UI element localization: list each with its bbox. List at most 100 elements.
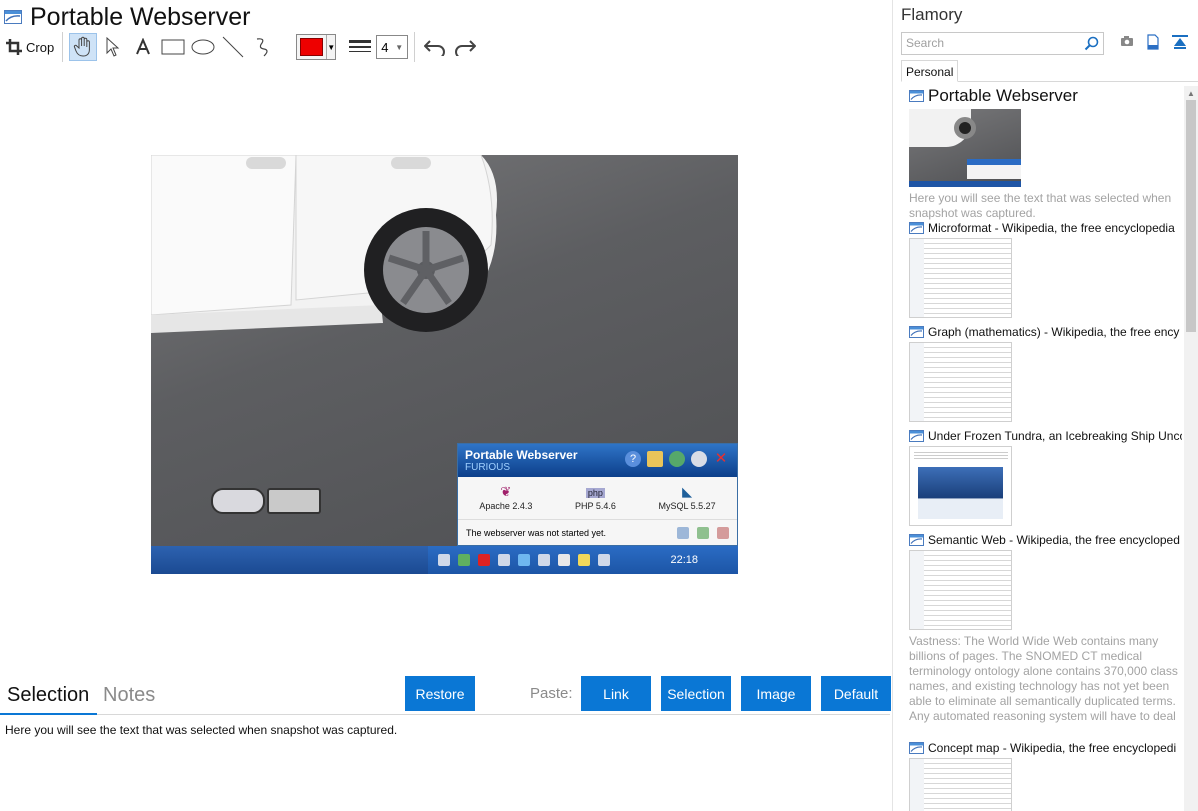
document-icon[interactable] — [1146, 34, 1160, 50]
search-input[interactable]: Search — [901, 32, 1104, 55]
select-tool-button[interactable] — [99, 33, 127, 61]
pw-title: Portable Webserver — [465, 448, 578, 462]
item-title-text: Concept map - Wikipedia, the free encycl… — [928, 741, 1177, 755]
restore-button[interactable]: Restore — [405, 676, 475, 711]
app-window: Portable Webserver Crop ▼ 4 ▼ Portable W… — [0, 0, 1198, 811]
apache-service: ❦ Apache 2.4.3 — [479, 483, 532, 519]
line-icon — [222, 36, 244, 58]
freehand-tool-button[interactable] — [249, 33, 277, 61]
paste-default-button[interactable]: Default — [821, 676, 891, 711]
annotation-toolbar: Crop ▼ 4 ▼ — [6, 32, 481, 62]
list-item[interactable]: Semantic Web - Wikipedia, the free encyc… — [909, 533, 1182, 741]
toolbar-divider — [62, 32, 64, 62]
cursor-arrow-icon — [106, 37, 120, 57]
pw-status-text: The webserver was not started yet. — [466, 527, 607, 538]
redo-icon — [455, 40, 477, 56]
pw-services: ❦ Apache 2.4.3 php PHP 5.4.6 ◣ MySQL 5.5… — [458, 477, 737, 519]
crop-icon — [6, 39, 22, 55]
search-icon[interactable] — [1084, 36, 1099, 51]
clock: 22:18 — [670, 554, 698, 566]
sidebar-actions — [1120, 34, 1188, 50]
list-item[interactable]: Under Frozen Tundra, an Icebreaking Ship… — [909, 429, 1182, 533]
paste-selection-button[interactable]: Selection — [661, 676, 731, 711]
pw-status-icons — [677, 526, 729, 539]
color-picker[interactable]: ▼ — [296, 34, 337, 60]
flag-icon — [558, 554, 570, 566]
snapshot-image[interactable]: Portable Webserver FURIOUS ? ✕ ❦ Apache … — [151, 155, 738, 574]
car-illustration — [151, 155, 497, 333]
snapshot-thumbnail[interactable] — [909, 109, 1021, 187]
tray-icon — [438, 554, 450, 566]
item-title-text: Microformat - Wikipedia, the free encycl… — [928, 221, 1175, 235]
thumb-taskbar — [909, 181, 1021, 187]
snapshot-header: Portable Webserver — [4, 2, 250, 32]
undo-button[interactable] — [421, 33, 449, 61]
search-placeholder: Search — [906, 36, 945, 50]
selection-text[interactable]: Here you will see the text that was sele… — [5, 723, 397, 737]
paste-link-button[interactable]: Link — [581, 676, 651, 711]
list-item-title: Microformat - Wikipedia, the free encycl… — [909, 221, 1182, 235]
snapshot-title: Portable Webserver — [30, 2, 251, 31]
webpage-icon — [909, 326, 924, 338]
undo-icon — [424, 40, 446, 56]
snapshot-pane: Portable Webserver Crop ▼ 4 ▼ Portable W… — [0, 0, 893, 811]
hand-tool-button[interactable] — [69, 33, 98, 61]
list-item[interactable]: Portable Webserver Here you will see the… — [909, 86, 1182, 220]
snapshot-thumbnail[interactable] — [909, 446, 1012, 526]
php-label: PHP 5.4.6 — [574, 501, 616, 511]
speaker-icon — [498, 554, 510, 566]
windows-taskbar: 22:18 — [151, 546, 738, 574]
snapshot-thumbnail[interactable] — [909, 758, 1012, 811]
camera-icon[interactable] — [1120, 34, 1134, 48]
snapshot-thumbnail[interactable] — [909, 238, 1012, 318]
toolbar-divider — [285, 32, 286, 62]
item-title-text: Graph (mathematics) - Wikipedia, the fre… — [928, 325, 1180, 339]
ellipse-icon — [191, 39, 215, 55]
snapshot-thumbnail[interactable] — [909, 342, 1012, 422]
line-width-select[interactable]: 4 ▼ — [376, 35, 409, 59]
ship-photo — [918, 467, 1003, 519]
line-tool-button[interactable] — [219, 33, 247, 61]
car-thumb-wheel — [954, 117, 976, 139]
ellipse-tool-button[interactable] — [189, 33, 217, 61]
paste-image-button[interactable]: Image — [741, 676, 811, 711]
list-item-title: Under Frozen Tundra, an Icebreaking Ship… — [909, 429, 1182, 443]
snapshot-thumbnail[interactable] — [909, 550, 1012, 630]
text-tool-button[interactable] — [129, 33, 157, 61]
tab-notes[interactable]: Notes — [103, 684, 155, 707]
pw-header: Portable Webserver FURIOUS ? ✕ — [458, 444, 737, 477]
upload-icon[interactable] — [1172, 34, 1188, 50]
list-item[interactable]: Concept map - Wikipedia, the free encycl… — [909, 741, 1182, 811]
pw-subtitle: FURIOUS — [465, 462, 510, 473]
webpage-icon — [4, 10, 22, 24]
hand-icon — [74, 36, 91, 57]
list-item[interactable]: Graph (mathematics) - Wikipedia, the fre… — [909, 325, 1182, 429]
power-icon — [578, 554, 590, 566]
pw-controls: ? ✕ — [625, 451, 729, 467]
thumb-window — [967, 159, 1021, 179]
item-title-text: Semantic Web - Wikipedia, the free encyc… — [928, 533, 1180, 547]
network-icon — [538, 554, 550, 566]
crop-label: Crop — [26, 39, 55, 55]
webpage-icon — [909, 742, 924, 754]
redo-button[interactable] — [451, 33, 479, 61]
folder-icon — [647, 451, 663, 467]
freehand-icon — [257, 38, 268, 57]
thumb-masthead — [914, 450, 1008, 460]
tab-selection[interactable]: Selection — [7, 684, 89, 707]
crop-button[interactable]: Crop — [6, 33, 54, 61]
flamory-sidebar: Flamory Search Personal Portable Webserv… — [894, 0, 1198, 811]
line-width-icon — [346, 33, 374, 61]
scrollbar-thumb[interactable] — [1186, 100, 1196, 332]
list-item-title: Semantic Web - Wikipedia, the free encyc… — [909, 533, 1182, 547]
tab-personal[interactable]: Personal — [901, 60, 959, 82]
server-icon — [677, 526, 689, 539]
scroll-up-icon[interactable]: ▲ — [1187, 89, 1195, 98]
list-item[interactable]: Microformat - Wikipedia, the free encycl… — [909, 221, 1182, 325]
sync-icon — [518, 554, 530, 566]
rectangle-tool-button[interactable] — [159, 33, 187, 61]
server-stop-icon — [717, 526, 729, 539]
sidebar-scrollbar[interactable]: ▲ — [1184, 86, 1198, 811]
tab-divider — [0, 714, 890, 715]
globe-icon — [669, 451, 685, 467]
